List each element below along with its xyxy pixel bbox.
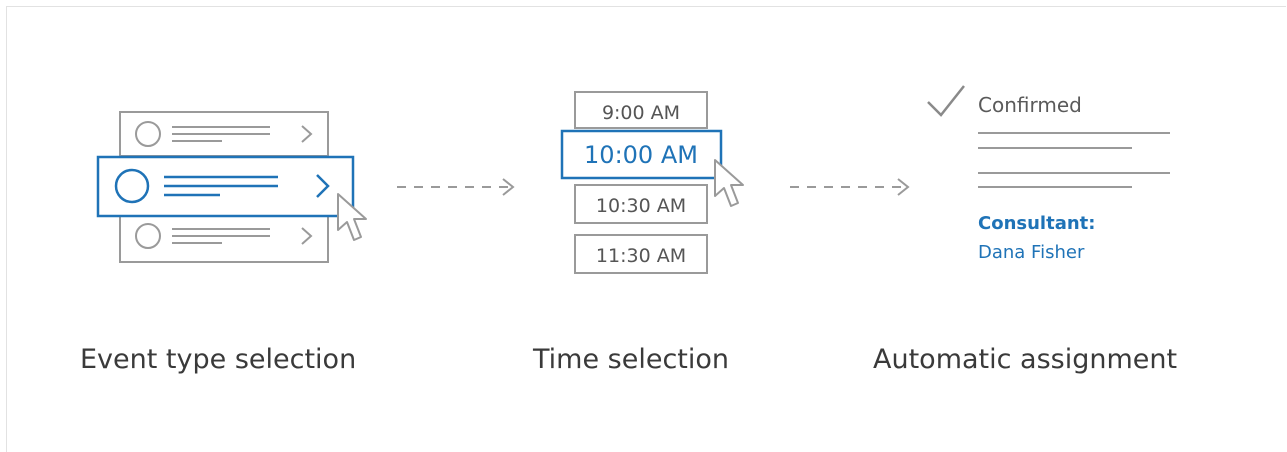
- dashed-arrow-icon: [790, 178, 910, 196]
- event-type-illustration: [96, 111, 367, 263]
- time-slot-label: 11:30 AM: [596, 245, 686, 267]
- workflow-diagram: 9:00 AM 10:30 AM 11:30 AM 10:00 AM Confi…: [96, 85, 1170, 274]
- consultant-name: Dana Fisher: [978, 242, 1085, 263]
- cursor-pointer-icon: [714, 159, 744, 207]
- time-slot-label: 9:00 AM: [602, 102, 680, 124]
- step-caption-event-type: Event type selection: [80, 344, 357, 375]
- time-slot: 9:00 AM: [574, 91, 708, 129]
- time-slot-label-selected: 10:00 AM: [584, 141, 698, 169]
- consultant-label: Consultant:: [978, 213, 1095, 234]
- time-slot: 11:30 AM: [574, 234, 708, 274]
- step-caption-assignment: Automatic assignment: [873, 344, 1178, 375]
- confirmation-status: Confirmed: [978, 93, 1082, 117]
- dashed-arrow-icon: [397, 178, 515, 196]
- time-slot-selected: 10:00 AM: [560, 129, 723, 180]
- step-caption-time: Time selection: [533, 344, 730, 375]
- time-selection-illustration: 9:00 AM 10:30 AM 11:30 AM 10:00 AM: [560, 91, 744, 274]
- time-slot: 10:30 AM: [574, 184, 708, 224]
- check-icon: [927, 85, 965, 117]
- event-list-item-selected: [96, 155, 355, 218]
- time-slot-label: 10:30 AM: [596, 195, 686, 217]
- event-list-item-top: [119, 111, 329, 157]
- confirmation-illustration: Confirmed Consultant: Dana Fisher: [927, 85, 1170, 263]
- event-list-item-bottom: [119, 215, 329, 263]
